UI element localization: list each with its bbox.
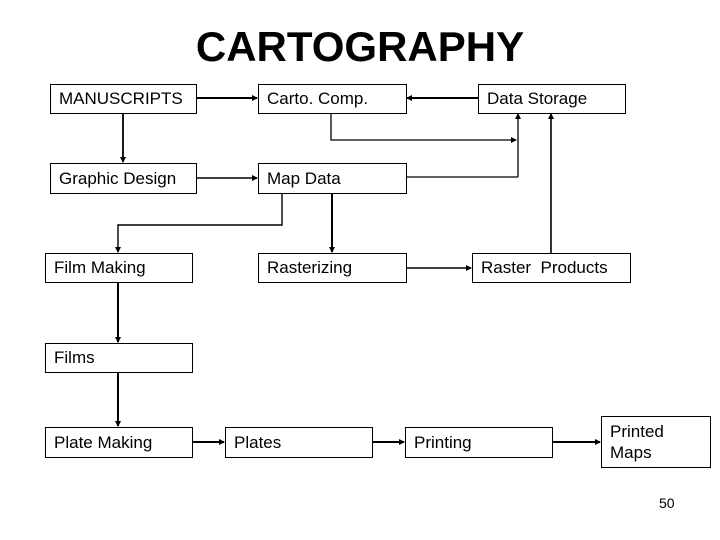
node-carto-comp: Carto. Comp.	[258, 84, 407, 114]
node-plates: Plates	[225, 427, 373, 458]
node-data-storage: Data Storage	[478, 84, 626, 114]
node-map-data: Map Data	[258, 163, 407, 194]
node-printed-maps: Printed Maps	[601, 416, 711, 468]
node-graphic-design: Graphic Design	[50, 163, 197, 194]
node-printing: Printing	[405, 427, 553, 458]
node-rasterizing: Rasterizing	[258, 253, 407, 283]
page-number: 50	[659, 495, 675, 511]
node-raster-products: Raster Products	[472, 253, 631, 283]
node-manuscripts: MANUSCRIPTS	[50, 84, 197, 114]
node-film-making: Film Making	[45, 253, 193, 283]
edge-mapdata-film	[115, 193, 283, 253]
edge-carto-storage	[330, 113, 517, 143]
node-plate-making: Plate Making	[45, 427, 193, 458]
node-films: Films	[45, 343, 193, 373]
